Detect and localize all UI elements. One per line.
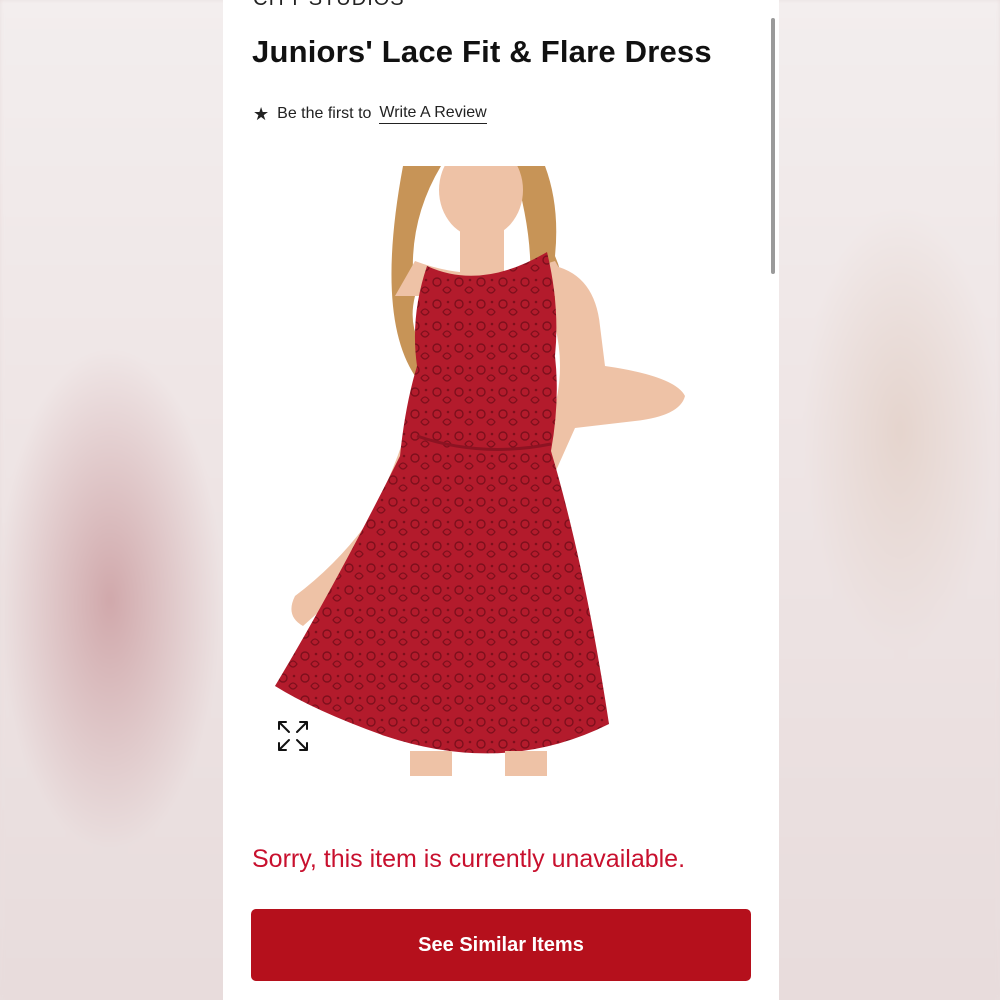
- star-icon: ★: [253, 104, 270, 124]
- expand-icon[interactable]: [273, 716, 313, 756]
- review-row: ★ Be the first to Write A Review: [253, 104, 487, 124]
- brand-name[interactable]: CITY STUDIOS: [253, 0, 405, 11]
- product-image[interactable]: [255, 166, 751, 776]
- unavailable-message: Sorry, this item is currently unavailabl…: [252, 845, 686, 873]
- see-similar-items-button[interactable]: See Similar Items: [251, 909, 751, 981]
- expand-arrows-glyph: [278, 721, 308, 751]
- product-title: Juniors' Lace Fit & Flare Dress: [252, 34, 712, 69]
- scrollbar[interactable]: [771, 18, 775, 274]
- write-review-link[interactable]: Write A Review: [379, 104, 487, 124]
- review-prefix: Be the first to: [277, 105, 372, 122]
- dress-photo: [255, 166, 751, 776]
- product-page: CITY STUDIOS Juniors' Lace Fit & Flare D…: [223, 0, 779, 1000]
